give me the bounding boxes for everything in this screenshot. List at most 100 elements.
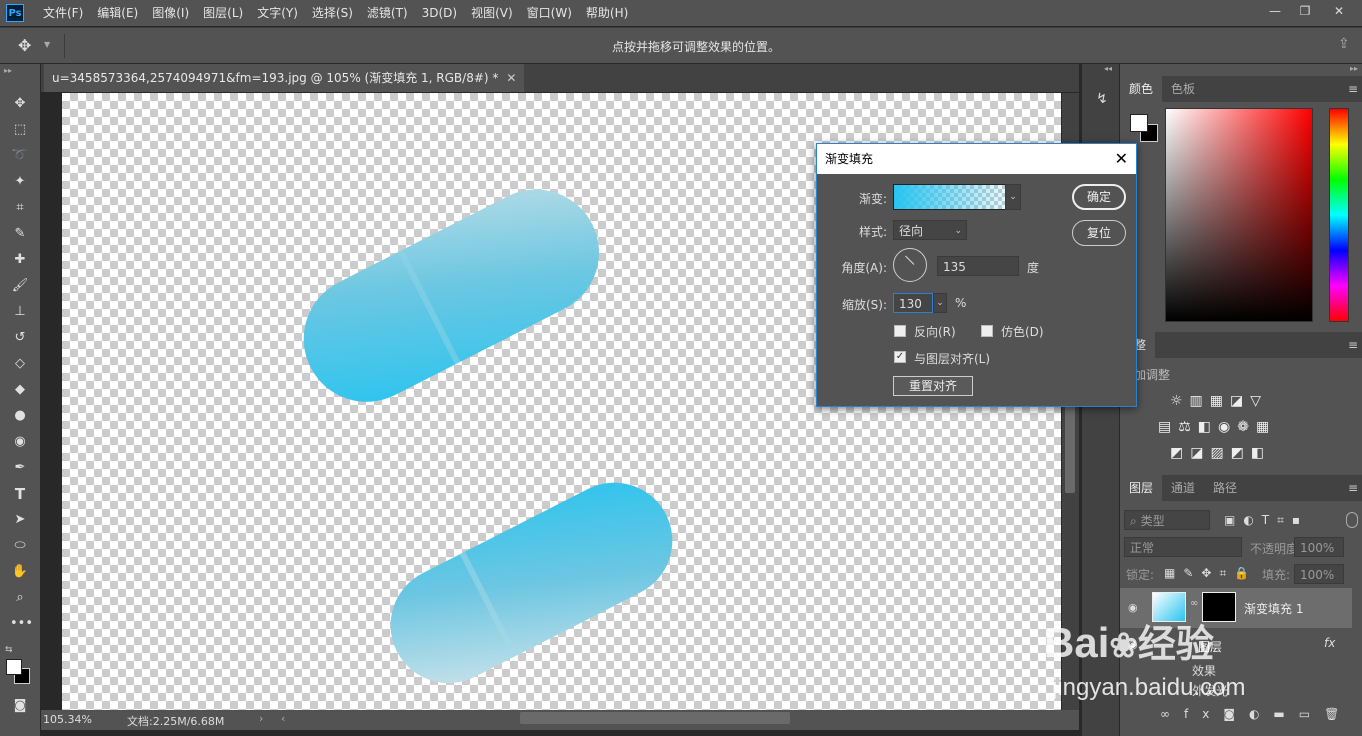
search-icon: ⌕ (1130, 514, 1137, 528)
foreground-swatch[interactable] (6, 659, 22, 675)
menu-item[interactable]: 编辑(E) (90, 0, 145, 26)
document-tab[interactable]: u=3458573364,2574094971&fm=193.jpg @ 105… (44, 64, 525, 92)
angle-needle (905, 255, 915, 265)
adjustment-icons-3[interactable]: ◩◪▨◩◧ (1170, 440, 1320, 466)
layer-bottom-icons[interactable]: ∞fx◙◐▬▭🗑 (1160, 704, 1353, 724)
zoom-icon[interactable]: ⌕ (10, 588, 30, 608)
crop-icon[interactable]: ⌗ (10, 198, 30, 218)
style-select[interactable]: 径向 ⌄ (893, 220, 967, 240)
filter-toggle[interactable] (1346, 512, 1358, 528)
close-window-icon[interactable]: ✕ (1324, 0, 1354, 22)
collapse-icon[interactable]: ▸▸ (1350, 64, 1358, 73)
blur-icon[interactable]: ◉ (10, 432, 30, 452)
menu-item[interactable]: 文件(F) (36, 0, 90, 26)
menu-item[interactable]: 帮助(H) (579, 0, 635, 26)
blend-mode-select[interactable]: 正常 (1124, 537, 1242, 557)
close-tab-icon[interactable]: ✕ (506, 64, 516, 92)
options-bar: ✥ ▼ 点按并拖移可调整效果的位置。 ⇪ (0, 27, 1362, 63)
menu-item[interactable]: 窗口(W) (520, 0, 579, 26)
menu-item[interactable]: 3D(D) (415, 0, 464, 26)
panel-menu-icon[interactable]: ≡ (1348, 475, 1358, 501)
move-icon[interactable]: ✥ (10, 94, 30, 114)
menu-item[interactable]: 视图(V) (464, 0, 520, 26)
lock-icons[interactable]: ▦✎✥⌗🔒 (1164, 564, 1257, 582)
tab-channels[interactable]: 通道 (1162, 475, 1204, 501)
angle-unit: 度 (1027, 261, 1040, 275)
restore-icon[interactable]: ❐ (1290, 0, 1320, 22)
swap-colors-icon[interactable]: ⇆ (5, 645, 13, 655)
scale-input[interactable]: 130 (893, 293, 933, 313)
fx-icon[interactable]: fx (1324, 636, 1335, 650)
reset-align-button[interactable]: 重置对齐 (893, 376, 973, 396)
chevron-down-icon[interactable]: ▼ (44, 40, 50, 49)
foreground-color[interactable] (1130, 114, 1148, 132)
color-field[interactable] (1165, 108, 1313, 322)
panel-menu-icon[interactable]: ≡ (1348, 76, 1358, 102)
color-panel-tabs: 颜色 色板 ≡ (1120, 76, 1362, 102)
layer-filter-select[interactable]: ⌕ 类型 (1124, 510, 1210, 530)
dither-checkbox[interactable] (981, 325, 993, 337)
hand-icon[interactable]: ✋ (10, 562, 30, 582)
share-icon[interactable]: ⇪ (1338, 36, 1350, 52)
adjustment-icons-2[interactable]: ▤⚖◧◉❁▦ (1158, 414, 1328, 440)
visibility-eye-icon[interactable]: ◉ (1128, 601, 1138, 614)
align-checkbox[interactable]: ✓ (894, 351, 906, 363)
zoom-level[interactable]: 105.34% (43, 713, 92, 726)
horizontal-scroll-thumb[interactable] (520, 712, 790, 724)
reset-button[interactable]: 复位 (1072, 220, 1126, 246)
status-menu-icon[interactable]: › (259, 712, 263, 725)
layer-name[interactable]: 渐变填充 1 (1244, 600, 1303, 617)
scroll-left-icon[interactable]: ‹ (281, 712, 285, 725)
type-icon[interactable]: T (10, 484, 30, 504)
eraser-icon[interactable]: ◇ (10, 354, 30, 374)
scale-dropdown-icon[interactable]: ⌄ (933, 293, 947, 313)
history-icon[interactable]: ↯ (1092, 86, 1112, 112)
paint-bucket-icon[interactable]: ◆ (10, 380, 30, 400)
collapse-icon[interactable]: ▸▸ (4, 66, 12, 75)
angle-input[interactable]: 135 (937, 256, 1019, 276)
reverse-checkbox[interactable] (894, 325, 906, 337)
layer-filter-icons[interactable]: ▣◐T⌗▪ (1224, 510, 1308, 530)
close-icon[interactable]: ✕ (1115, 144, 1128, 174)
photoshop-logo: Ps (6, 4, 24, 22)
hue-slider[interactable] (1329, 108, 1349, 322)
divider (64, 34, 65, 58)
path-select-icon[interactable]: ➤ (10, 510, 30, 530)
adjust-panel-tabs: 调整 ≡ (1120, 332, 1362, 358)
vertical-scroll-thumb[interactable] (1065, 403, 1075, 493)
tab-paths[interactable]: 路径 (1204, 475, 1246, 501)
tab-layers[interactable]: 图层 (1120, 475, 1163, 501)
watermark-brand-text: Bai (1044, 619, 1110, 666)
panel-menu-icon[interactable]: ≡ (1348, 332, 1358, 358)
menu-item[interactable]: 文字(Y) (250, 0, 305, 26)
dodge-icon[interactable]: ● (10, 406, 30, 426)
menu-item[interactable]: 图层(L) (196, 0, 250, 26)
brush-icon[interactable]: 🖌 (10, 276, 30, 296)
gradient-dropdown-icon[interactable]: ⌄ (1005, 184, 1021, 210)
quick-mask-icon[interactable]: ◙ (10, 696, 30, 716)
menu-item[interactable]: 选择(S) (305, 0, 360, 26)
menu-item[interactable]: 滤镜(T) (360, 0, 415, 26)
gradient-preview[interactable] (893, 184, 1019, 210)
angle-dial[interactable] (893, 248, 927, 282)
more-tools-icon[interactable]: ••• (10, 614, 33, 634)
marquee-icon[interactable]: ⬚ (10, 120, 30, 140)
ellipse-icon[interactable]: ⬭ (10, 536, 30, 556)
fill-input[interactable]: 100% (1294, 564, 1344, 584)
lasso-icon[interactable]: ➰ (10, 146, 30, 166)
opacity-input[interactable]: 100% (1294, 537, 1344, 557)
eyedropper-icon[interactable]: ✎ (10, 224, 30, 244)
tab-swatches[interactable]: 色板 (1162, 76, 1204, 102)
healing-icon[interactable]: ✚ (10, 250, 30, 270)
magic-wand-icon[interactable]: ✦ (10, 172, 30, 192)
stamp-icon[interactable]: ⊥ (10, 302, 30, 322)
history-brush-icon[interactable]: ↺ (10, 328, 30, 348)
move-tool-icon[interactable]: ✥ (18, 36, 31, 55)
pen-icon[interactable]: ✒ (10, 458, 30, 478)
minimize-icon[interactable]: — (1260, 0, 1290, 22)
menu-item[interactable]: 图像(I) (145, 0, 196, 26)
ok-button[interactable]: 确定 (1072, 184, 1126, 210)
tab-color[interactable]: 颜色 (1120, 76, 1163, 102)
collapse-icon[interactable]: ◂◂ (1104, 64, 1112, 73)
adjustment-icons[interactable]: ☼▥▦◪▽ (1170, 388, 1320, 414)
